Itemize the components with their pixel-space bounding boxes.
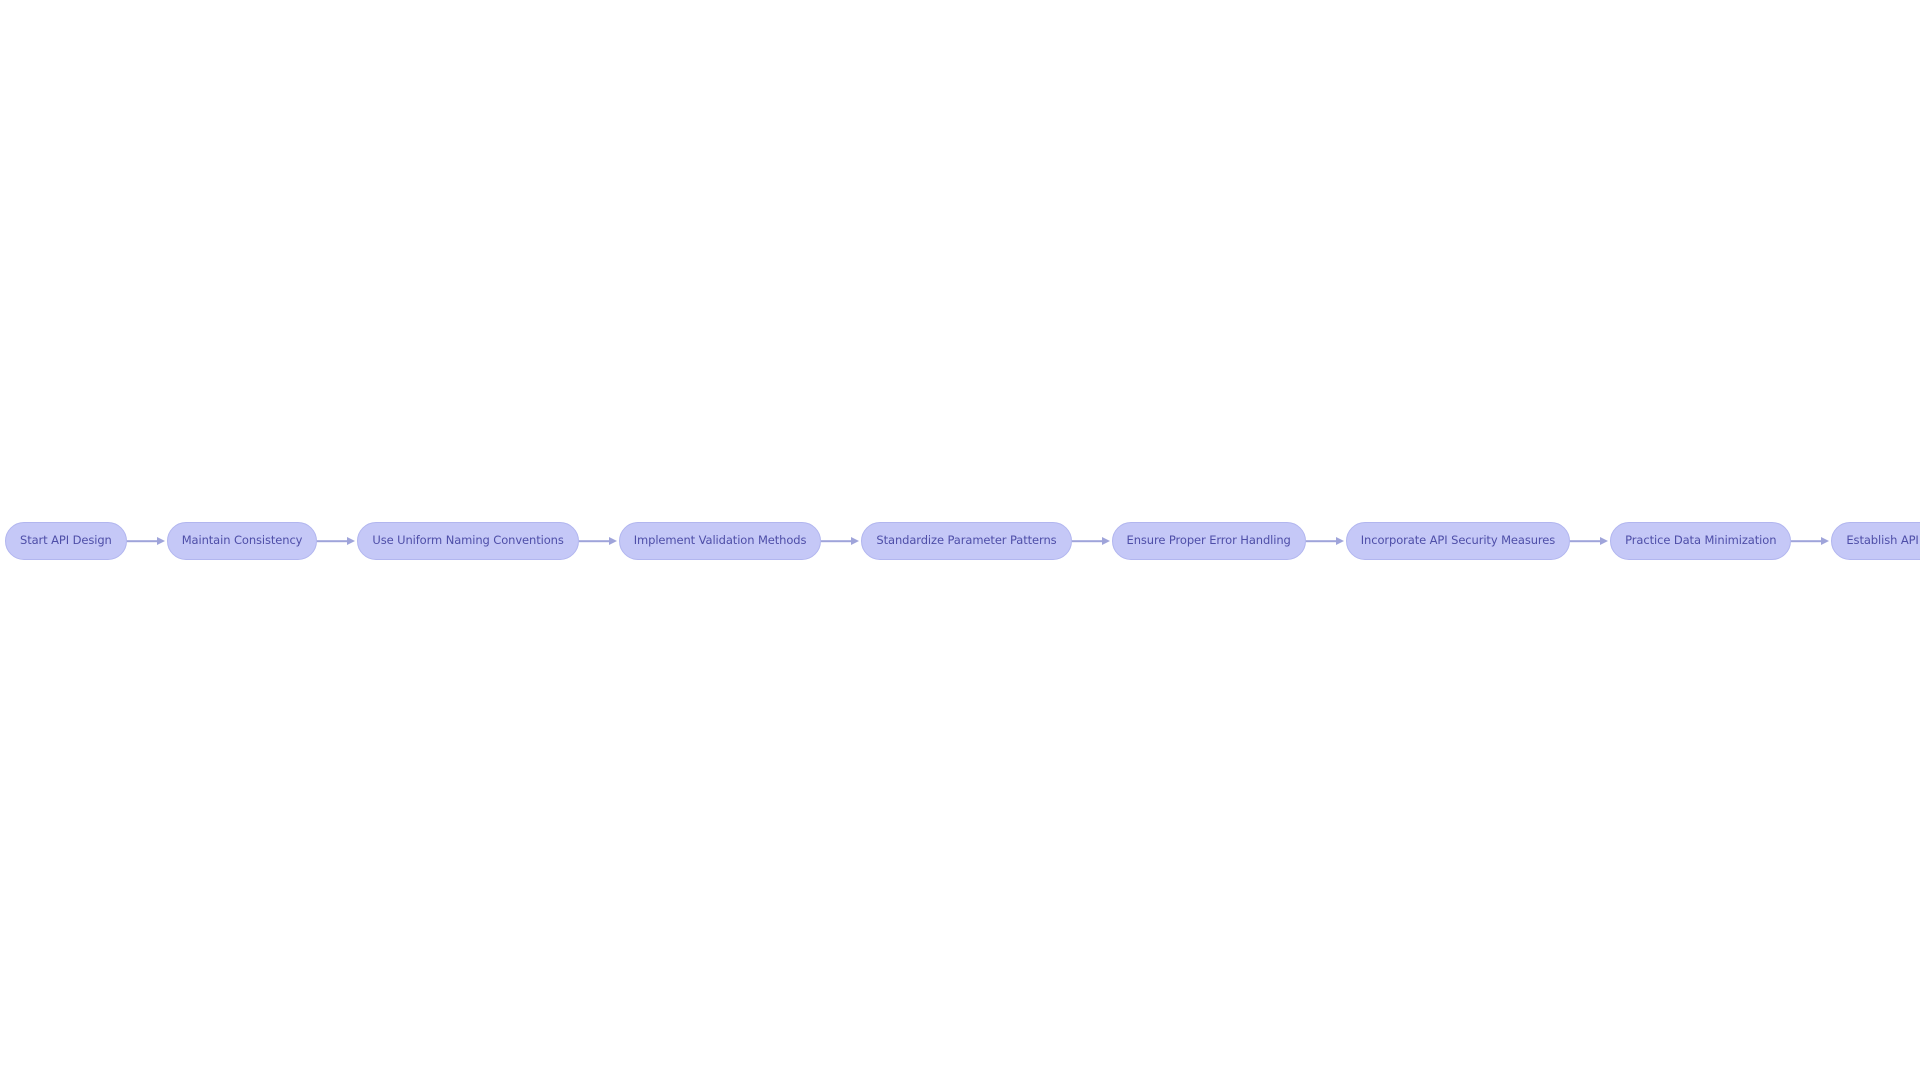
arrow-right-icon [1600, 537, 1609, 545]
edge-line-icon [317, 540, 348, 542]
flow-node-maintain-consistency[interactable]: Maintain Consistency [166, 522, 318, 560]
arrow-right-icon [1821, 537, 1830, 545]
flow-edge-4 [821, 535, 861, 547]
flow-node-incorporate-api-security-measures[interactable]: Incorporate API Security Measures [1345, 522, 1571, 560]
flow-node-standardize-parameter-patterns[interactable]: Standardize Parameter Patterns [861, 522, 1072, 560]
arrow-right-icon [851, 537, 860, 545]
flow-node-label: Use Uniform Naming Conventions [372, 533, 564, 548]
edge-line-icon [1791, 540, 1822, 542]
flow-node-ensure-proper-error-handling[interactable]: Ensure Proper Error Handling [1111, 522, 1306, 560]
flow-node-establish-api-governance[interactable]: Establish API Governance [1831, 522, 1920, 560]
edge-line-icon [578, 540, 609, 542]
arrow-right-icon [1335, 537, 1344, 545]
flow-node-label: Implement Validation Methods [633, 533, 807, 548]
flow-node-label: Incorporate API Security Measures [1360, 533, 1556, 548]
flow-edge-3 [578, 535, 619, 547]
flow-node-label: Ensure Proper Error Handling [1126, 533, 1291, 548]
flow-edge-1 [126, 535, 167, 547]
edge-line-icon [1071, 540, 1102, 542]
flow-node-start-api-design[interactable]: Start API Design [5, 522, 127, 560]
arrow-right-icon [608, 537, 617, 545]
edge-line-icon [821, 540, 852, 542]
flow-edge-6 [1305, 535, 1346, 547]
flow-node-label: Start API Design [20, 533, 112, 548]
flow-edge-2 [317, 535, 357, 547]
flow-node-implement-validation-methods[interactable]: Implement Validation Methods [618, 522, 822, 560]
arrow-right-icon [156, 537, 165, 545]
flow-node-label: Practice Data Minimization [1625, 533, 1777, 548]
arrow-right-icon [1101, 537, 1110, 545]
flow-edge-7 [1570, 535, 1610, 547]
flow-node-use-uniform-naming-conventions[interactable]: Use Uniform Naming Conventions [357, 522, 579, 560]
flow-node-label: Maintain Consistency [181, 533, 303, 548]
flowchart-node-chain: Start API Design Maintain Consistency Us… [0, 521, 1920, 561]
arrow-right-icon [347, 537, 356, 545]
flowchart-canvas: Start API Design Maintain Consistency Us… [0, 0, 1920, 1080]
flow-node-label: Standardize Parameter Patterns [876, 533, 1057, 548]
flow-node-label: Establish API Governance [1846, 533, 1920, 548]
edge-line-icon [1305, 540, 1336, 542]
edge-line-icon [126, 540, 157, 542]
edge-line-icon [1570, 540, 1601, 542]
flow-edge-8 [1791, 535, 1831, 547]
flow-node-practice-data-minimization[interactable]: Practice Data Minimization [1610, 522, 1792, 560]
flow-edge-5 [1071, 535, 1112, 547]
